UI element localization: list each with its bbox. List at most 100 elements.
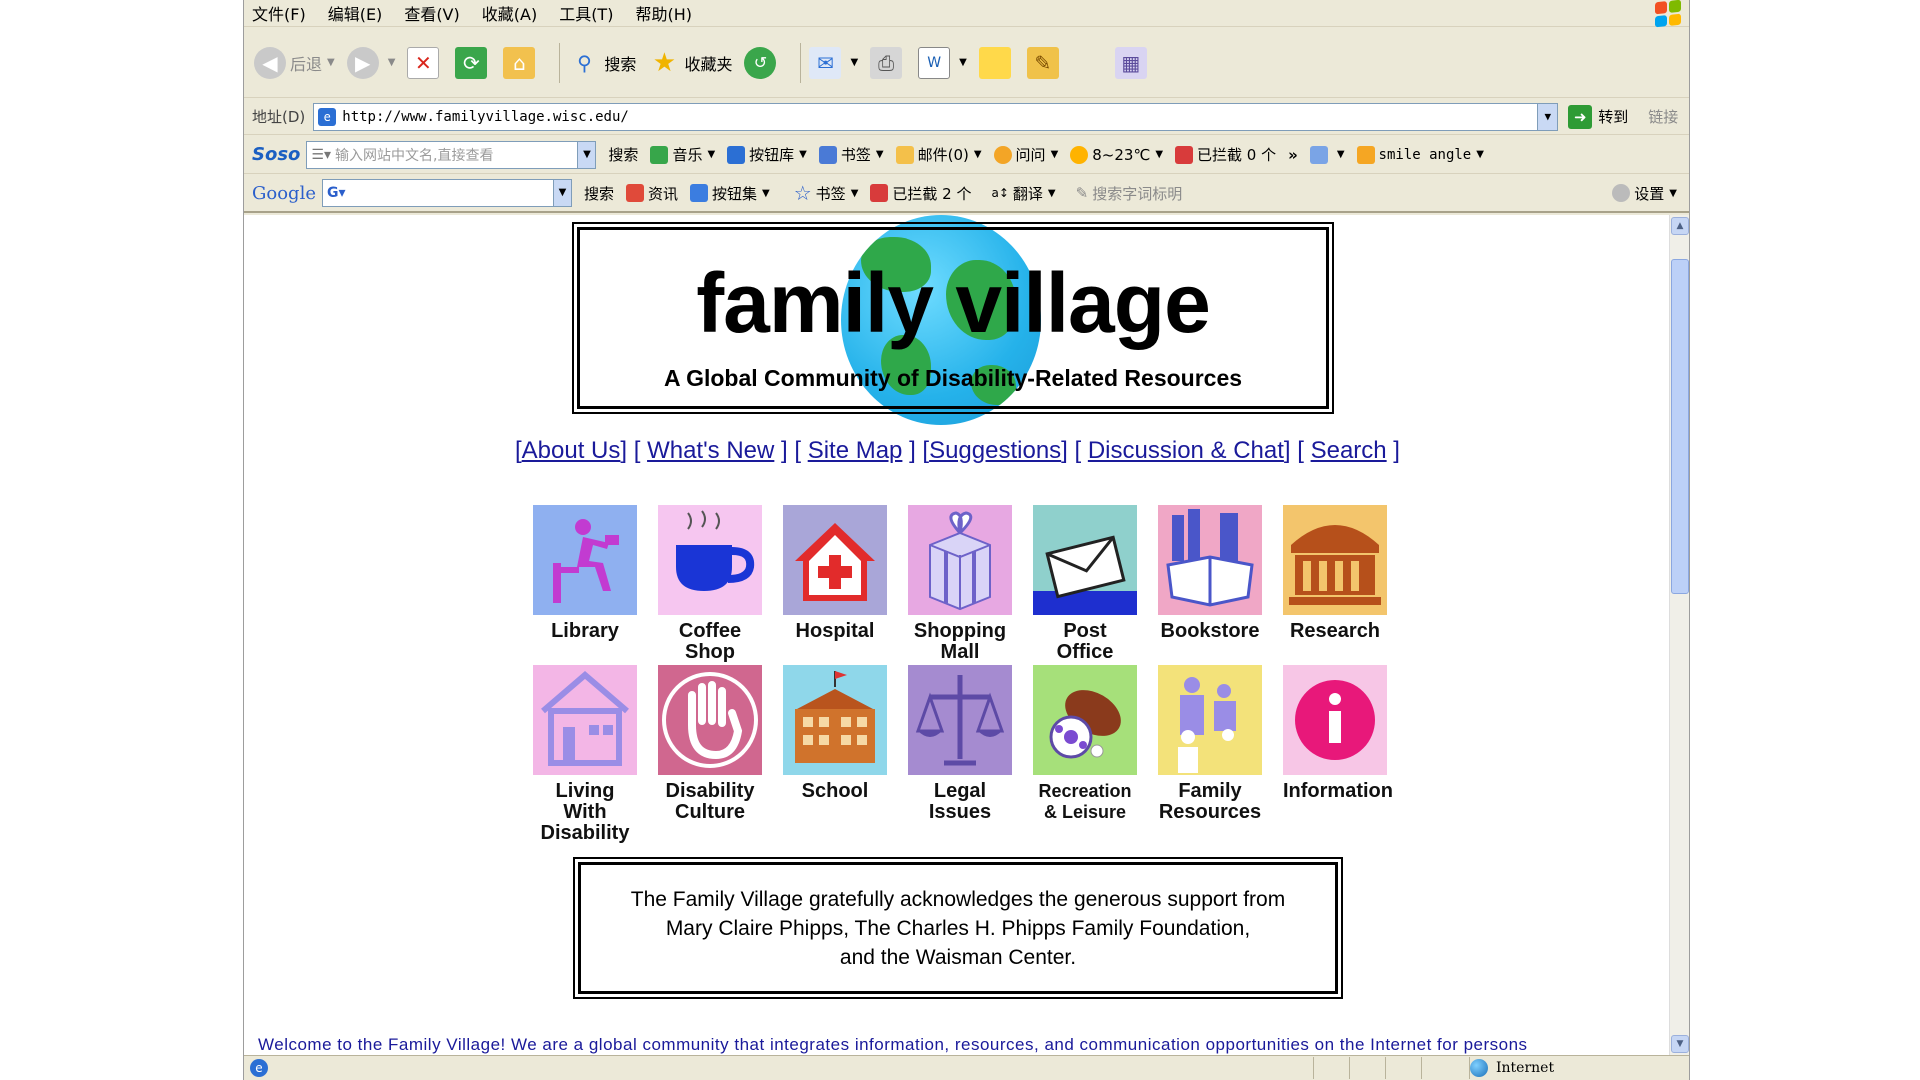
toolbar-separator <box>559 42 561 83</box>
shopping-mall-link[interactable]: Shopping Mall <box>908 505 1012 663</box>
research-button[interactable]: ▦ <box>1114 46 1151 79</box>
forward-dropdown-icon[interactable]: ▼ <box>388 57 396 68</box>
soso-search-button[interactable]: 搜索 <box>608 144 638 165</box>
star-icon: ★ <box>652 47 677 78</box>
recreation-leisure-label: Recreation & Leisure <box>1038 781 1132 822</box>
library-link[interactable]: Library <box>533 505 637 642</box>
block-icon <box>1175 145 1194 164</box>
address-dropdown-icon[interactable]: ▼ <box>1537 103 1558 130</box>
search-button[interactable]: ⚲ 搜索 <box>568 47 636 79</box>
scroll-up-icon[interactable]: ▲ <box>1671 217 1689 235</box>
nav-whats-new[interactable]: What's New <box>647 437 774 464</box>
notes-button[interactable] <box>978 46 1015 79</box>
living-with-disability-link[interactable]: Living With Disability <box>533 665 637 844</box>
google-dropdown-icon[interactable]: ▼ <box>552 180 571 206</box>
back-dropdown-icon[interactable]: ▼ <box>327 57 335 68</box>
google-search-input[interactable]: G▾ ▼ <box>321 179 572 207</box>
ask-button[interactable]: 问问 ▼ <box>993 144 1058 165</box>
post-office-link[interactable]: Post Office <box>1033 505 1137 663</box>
links-button[interactable]: 链接 <box>1648 106 1678 127</box>
google-g-icon[interactable]: G▾ <box>327 185 346 201</box>
question-icon <box>993 145 1012 164</box>
forward-arrow-icon: ▶ <box>346 46 379 79</box>
mail-button[interactable]: ✉ ▼ <box>809 46 858 79</box>
nav-about-us[interactable]: About Us <box>522 437 621 464</box>
menu-help[interactable]: 帮助(H) <box>635 1 692 25</box>
button-gallery[interactable]: 按钮集 ▼ <box>690 183 770 204</box>
menu-file[interactable]: 文件(F) <box>252 1 306 25</box>
go-arrow-icon[interactable]: ➜ <box>1568 104 1593 129</box>
go-button[interactable]: 转到 <box>1598 106 1628 127</box>
soso-blocked-label: 已拦截 0 个 <box>1197 146 1277 164</box>
forward-button[interactable]: ▶ ▼ <box>346 46 396 79</box>
school-icon <box>783 665 887 775</box>
google-bookmarks[interactable]: ☆ 书签 ▼ <box>794 181 859 205</box>
user-button[interactable]: smile angle ▼ <box>1356 145 1484 164</box>
soso-logo[interactable]: Soso <box>252 144 300 165</box>
info-icon <box>1283 665 1387 775</box>
refresh-button[interactable]: ⟳ <box>455 46 491 79</box>
settings-button[interactable]: 设置 ▼ <box>1612 183 1677 204</box>
soso-dropdown-icon[interactable]: ▼ <box>577 141 596 168</box>
mail-dropdown-icon[interactable]: ▼ <box>850 57 858 68</box>
hospital-label: Hospital <box>795 620 875 642</box>
disability-culture-label: Disability Culture <box>665 780 755 823</box>
nav-discussion-chat[interactable]: Discussion & Chat <box>1088 437 1284 464</box>
post-office-label: Post Office <box>1056 620 1114 663</box>
disability-culture-link[interactable]: Disability Culture <box>658 665 762 823</box>
scroll-down-icon[interactable]: ▼ <box>1671 1035 1689 1053</box>
button-library[interactable]: 按钮库 ▼ <box>727 144 807 165</box>
back-button[interactable]: ◀ 后退 ▼ <box>254 46 335 79</box>
edit-button[interactable]: W ▼ <box>918 46 967 79</box>
soso-popup-blocker[interactable]: 已拦截 0 个 <box>1175 144 1276 165</box>
translate-button[interactable]: a↕ 翻译 ▼ <box>991 183 1055 204</box>
legal-issues-link[interactable]: Legal Issues <box>908 665 1012 823</box>
messenger-button[interactable]: ✎ <box>1026 46 1063 79</box>
bookstore-link[interactable]: Bookstore <box>1158 505 1262 642</box>
vertical-scrollbar[interactable]: ▲ ▼ <box>1669 215 1689 1055</box>
edit-dropdown-icon[interactable]: ▼ <box>959 57 967 68</box>
acknowledgement-line: The Family Village gratefully acknowledg… <box>630 887 1286 911</box>
print-button[interactable]: ⎙ <box>870 46 906 79</box>
news-button[interactable]: 资讯 <box>626 183 678 204</box>
favorites-button[interactable]: ★ 收藏夹 <box>648 47 733 79</box>
soso-tools[interactable]: ▼ <box>1309 145 1345 164</box>
history-button[interactable]: ↺ <box>744 46 780 79</box>
information-link[interactable]: Information <box>1283 665 1393 802</box>
stop-button[interactable]: ✕ <box>407 46 443 79</box>
family-resources-link[interactable]: Family Resources <box>1158 665 1262 823</box>
soso-menu-icon[interactable]: ☰▾ <box>311 147 331 163</box>
google-logo[interactable]: Google <box>252 183 316 204</box>
envelope-icon <box>895 145 914 164</box>
menu-edit[interactable]: 编辑(E) <box>328 1 383 25</box>
hospital-link[interactable]: Hospital <box>783 505 887 642</box>
scales-icon <box>908 665 1012 775</box>
translate-label: 翻译 <box>1012 184 1043 203</box>
research-link[interactable]: Research <box>1283 505 1387 642</box>
soso-bookmarks[interactable]: 书签 ▼ <box>818 144 884 165</box>
google-popup-blocker[interactable]: 已拦截 2 个 <box>870 183 971 204</box>
recreation-leisure-link[interactable]: Recreation & Leisure <box>1033 665 1137 823</box>
school-link[interactable]: School <box>783 665 887 802</box>
translate-icon: a↕ <box>991 186 1009 200</box>
address-input[interactable]: e http://www.familyvillage.wisc.edu/ ▼ <box>313 102 1559 131</box>
soso-search-input[interactable]: ☰▾ 输入网站中文名,直接查看 ▼ <box>306 140 597 169</box>
highlight-button[interactable]: ✎ 搜索字词标明 <box>1076 183 1183 204</box>
toolbar-separator <box>800 42 802 83</box>
status-cell <box>1349 1057 1385 1079</box>
menu-view[interactable]: 查看(V) <box>404 1 459 25</box>
address-label: 地址(D) <box>252 108 306 126</box>
nav-suggestions[interactable]: Suggestions <box>929 437 1061 464</box>
music-button[interactable]: 音乐 ▼ <box>650 144 715 165</box>
menu-tools[interactable]: 工具(T) <box>559 1 613 25</box>
scroll-thumb[interactable] <box>1671 259 1689 594</box>
nav-site-map[interactable]: Site Map <box>808 437 903 464</box>
soso-mail[interactable]: 邮件(0) ▼ <box>895 144 982 165</box>
nav-search[interactable]: Search <box>1311 437 1387 464</box>
weather-button[interactable]: 8~23℃ ▼ <box>1070 145 1163 164</box>
more-chevron-icon[interactable]: » <box>1288 146 1298 164</box>
home-button[interactable]: ⌂ <box>503 46 539 79</box>
coffee-shop-link[interactable]: Coffee Shop <box>658 505 762 663</box>
menu-favorites[interactable]: 收藏(A) <box>482 1 537 25</box>
google-search-button[interactable]: 搜索 <box>584 183 614 204</box>
